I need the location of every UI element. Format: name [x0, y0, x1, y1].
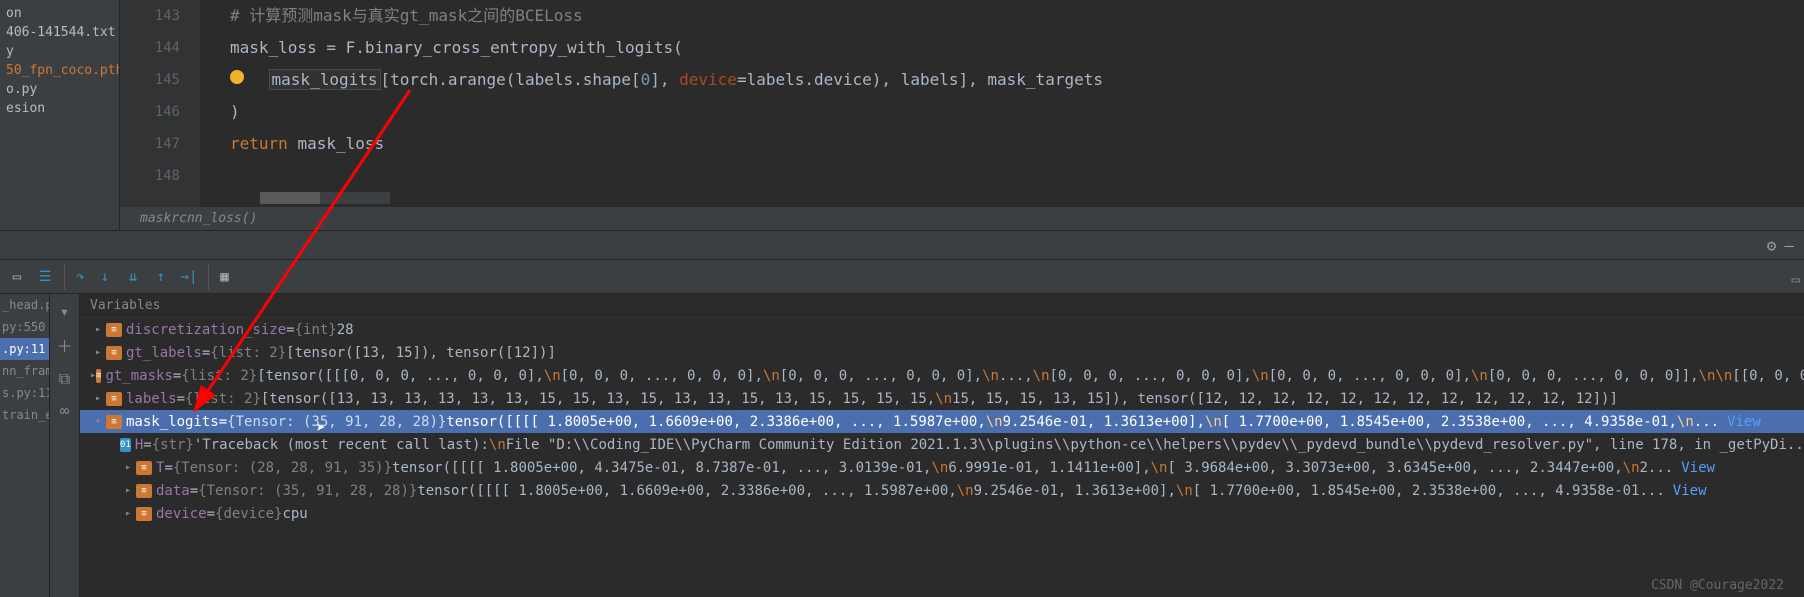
expand-arrow-icon[interactable]: ▸ — [120, 485, 136, 496]
horizontal-scrollbar[interactable] — [260, 192, 390, 204]
variable-row[interactable]: 01 H = {str} 'Traceback (most recent cal… — [80, 433, 1804, 456]
var-name: gt_labels — [126, 345, 202, 361]
field-var-icon: ≡ — [96, 369, 101, 383]
variable-row[interactable]: ▸≡ gt_labels = {list: 2} [tensor([13, 15… — [80, 341, 1804, 364]
layout-icon[interactable]: ▭ — [1792, 272, 1800, 288]
tree-item[interactable]: on — [0, 4, 119, 23]
var-type: {int} — [295, 322, 337, 338]
var-name: data — [156, 483, 190, 499]
step-over-icon[interactable]: ↷ — [64, 264, 90, 290]
variable-row[interactable]: ▸≡ T = {Tensor: (28, 28, 91, 35)} tensor… — [80, 456, 1804, 479]
var-name: gt_masks — [105, 368, 172, 384]
variables-header: Variables — [80, 294, 1804, 318]
view-link[interactable]: View — [1727, 414, 1761, 430]
code-editor[interactable]: 143 144 145 146 147 148 # 计算预测mask与真实gt_… — [120, 0, 1804, 230]
expand-arrow-icon[interactable]: ▸ — [120, 508, 136, 519]
variable-row[interactable]: ▸≡ discretization_size = {int} 28 — [80, 318, 1804, 341]
field-var-icon: ≡ — [106, 415, 122, 429]
field-var-icon: ≡ — [136, 484, 152, 498]
variable-row[interactable]: ▸≡ labels = {list: 2} [tensor([13, 13, 1… — [80, 387, 1804, 410]
expand-arrow-icon[interactable]: ▸ — [120, 462, 136, 473]
var-name: T — [156, 460, 164, 476]
var-name: H — [135, 437, 143, 453]
step-out-icon[interactable]: ↑ — [148, 264, 174, 290]
step-into-icon[interactable]: ↓ — [92, 264, 118, 290]
view-link[interactable]: View — [1681, 460, 1715, 476]
field-var-icon: ≡ — [106, 323, 122, 337]
tree-item[interactable]: 50_fpn_coco.pth — [0, 61, 119, 80]
tree-item[interactable]: 406-141544.txt — [0, 23, 119, 42]
field-var-icon: ≡ — [136, 507, 152, 521]
glasses-icon[interactable]: ∞ — [60, 401, 70, 420]
expand-arrow-icon[interactable]: ▸ — [90, 393, 106, 404]
expand-arrow-icon[interactable]: ▸ — [90, 347, 106, 358]
var-type: {str} — [152, 437, 194, 453]
evaluate-icon[interactable]: ▦ — [208, 264, 234, 290]
frames-list[interactable]: _head.p py:550 .py:11 nn_fram s.py:11 tr… — [0, 294, 50, 597]
debug-panel-header: ⚙ — — [0, 230, 1804, 260]
variable-row[interactable]: ▸≡ device = {device} cpu — [80, 502, 1804, 525]
string-var-icon: 01 — [120, 438, 131, 452]
tree-item[interactable]: o.py — [0, 80, 119, 99]
variable-row[interactable]: ▸≡ gt_masks = {list: 2} [tensor([[[0, 0,… — [80, 364, 1804, 387]
expand-arrow-icon[interactable]: ▸ — [90, 324, 106, 335]
tree-item[interactable]: esion — [0, 99, 119, 118]
variable-row[interactable]: ▾≡ mask_logits = {Tensor: (35, 91, 28, 2… — [80, 410, 1804, 433]
var-name: discretization_size — [126, 322, 286, 338]
console-tab-icon[interactable]: ▭ — [4, 264, 30, 290]
code-comment: # 计算预测mask与真实gt_mask之间的BCELoss — [230, 6, 583, 25]
minimize-icon[interactable]: — — [1784, 236, 1794, 255]
breadcrumb[interactable]: maskrcnn_loss() — [120, 207, 1804, 230]
debug-toolbar: ▭ ☰ ↷ ↓ ⇊ ↑ →| ▦ ▭ — [0, 260, 1804, 294]
line-gutter: 143 144 145 146 147 148 — [120, 0, 200, 207]
var-type: {Tensor: (35, 91, 28, 28)} — [198, 483, 417, 499]
copy-icon[interactable]: ⧉ — [59, 369, 70, 389]
run-to-cursor-icon[interactable]: →| — [176, 264, 202, 290]
var-type: {Tensor: (35, 91, 28, 28)} — [227, 414, 446, 430]
var-type: {list: 2} — [181, 368, 257, 384]
field-var-icon: ≡ — [106, 392, 122, 406]
field-var-icon: ≡ — [136, 461, 152, 475]
watermark: CSDN @Courage2022 — [1651, 578, 1784, 593]
side-toolbar: ▾ ＋ ⧉ ∞ — [50, 294, 80, 597]
var-type: {list: 2} — [210, 345, 286, 361]
tree-item[interactable]: y — [0, 42, 119, 61]
view-link[interactable]: View — [1673, 483, 1707, 499]
var-name: device — [156, 506, 207, 522]
gear-icon[interactable]: ⚙ — [1767, 236, 1777, 255]
force-step-into-icon[interactable]: ⇊ — [120, 264, 146, 290]
variable-row[interactable]: ▸≡ data = {Tensor: (35, 91, 28, 28)} ten… — [80, 479, 1804, 502]
add-icon[interactable]: ＋ — [56, 333, 72, 357]
var-type: {list: 2} — [185, 391, 261, 407]
code-content[interactable]: # 计算预测mask与真实gt_mask之间的BCELoss mask_loss… — [200, 0, 1804, 207]
var-name: labels — [126, 391, 177, 407]
var-type: {Tensor: (28, 28, 91, 35)} — [173, 460, 392, 476]
var-type: {device} — [215, 506, 282, 522]
variables-tree[interactable]: Variables ▸≡ discretization_size = {int}… — [80, 294, 1804, 597]
field-var-icon: ≡ — [106, 346, 122, 360]
layout-icon[interactable]: ☰ — [32, 264, 58, 290]
expand-arrow-icon[interactable]: ▾ — [90, 416, 106, 427]
down-icon[interactable]: ▾ — [60, 302, 70, 321]
project-tree[interactable]: on 406-141544.txt y 50_fpn_coco.pth o.py… — [0, 0, 120, 230]
var-name: mask_logits — [126, 414, 219, 430]
